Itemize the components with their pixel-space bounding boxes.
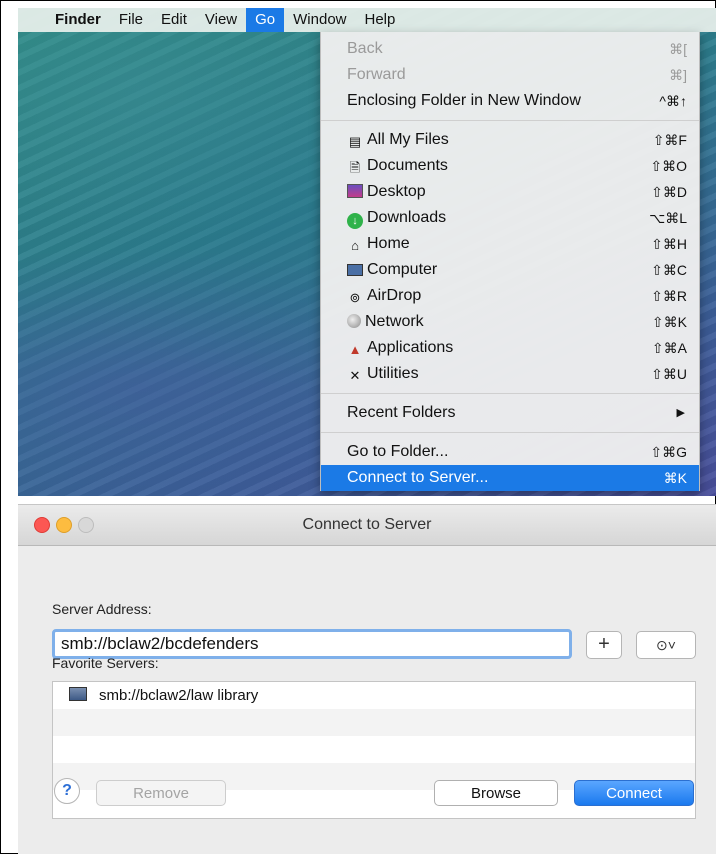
menu-item-connect-to-server[interactable]: Connect to Server... ⌘K	[321, 465, 699, 491]
menu-item-shortcut: ^⌘↑	[659, 93, 687, 109]
applications-icon: ▲	[348, 342, 362, 357]
menu-separator	[321, 120, 699, 121]
menu-item-applications[interactable]: ▲ Applications ⇧⌘A	[321, 335, 699, 361]
documents-icon: 🗎	[349, 160, 361, 175]
add-favorite-button[interactable]: +	[586, 631, 622, 659]
connect-to-server-dialog: Connect to Server Server Address: + ⊙˅ F…	[18, 504, 716, 854]
empty-list-row	[53, 709, 695, 736]
home-icon: ⌂	[351, 238, 359, 253]
menu-item-shortcut: ⇧⌘G	[650, 444, 687, 460]
menu-item-home[interactable]: ⌂ Home ⇧⌘H	[321, 231, 699, 257]
all-my-files-icon: ▤	[348, 134, 362, 149]
menu-item-shortcut: ⇧⌘R	[651, 288, 687, 304]
menu-separator	[321, 432, 699, 433]
menu-item-label: Network	[365, 313, 424, 330]
menu-item-utilities[interactable]: ✕ Utilities ⇧⌘U	[321, 361, 699, 387]
menu-item-shortcut: ⇧⌘F	[652, 132, 687, 148]
menu-item-label: Back	[347, 40, 383, 57]
window-titlebar: Connect to Server	[18, 505, 716, 546]
menu-item-label: Connect to Server...	[347, 469, 489, 486]
airdrop-icon: ⊚	[349, 290, 361, 305]
window-title: Connect to Server	[302, 516, 432, 533]
computer-icon	[347, 264, 363, 276]
network-icon	[347, 314, 361, 328]
menu-item-all-my-files[interactable]: ▤ All My Files ⇧⌘F	[321, 127, 699, 153]
server-address-input[interactable]	[55, 632, 569, 656]
browse-button[interactable]: Browse	[434, 780, 558, 806]
menu-edit[interactable]: Edit	[152, 8, 196, 32]
list-item[interactable]: smb://bclaw2/law library	[53, 682, 695, 709]
menu-item-label: AirDrop	[367, 287, 422, 304]
menu-item-computer[interactable]: Computer ⇧⌘C	[321, 257, 699, 283]
menu-item-recent-folders[interactable]: Recent Folders ▶	[321, 400, 699, 426]
utilities-icon: ✕	[349, 368, 361, 383]
apple-logo-icon[interactable]	[18, 8, 46, 32]
menu-item-forward: Forward ⌘]	[321, 62, 699, 88]
menu-item-label: Downloads	[367, 209, 447, 226]
menu-item-label: Documents	[367, 157, 448, 174]
favorite-servers-label: Favorite Servers:	[52, 655, 159, 671]
connect-button[interactable]: Connect	[574, 780, 694, 806]
menu-item-shortcut: ⌘K	[663, 470, 687, 486]
menu-item-documents[interactable]: 🗎 Documents ⇧⌘O	[321, 153, 699, 179]
menu-window[interactable]: Window	[284, 8, 355, 32]
menu-finder[interactable]: Finder	[46, 8, 110, 32]
empty-list-row	[53, 736, 695, 763]
menu-item-shortcut: ⇧⌘U	[651, 366, 687, 382]
desktop-background: Finder File Edit View Go Window Help Bac…	[18, 8, 716, 496]
menu-item-go-to-folder[interactable]: Go to Folder... ⇧⌘G	[321, 439, 699, 465]
menu-item-shortcut: ⌥⌘L	[649, 210, 687, 226]
menu-item-label: Utilities	[367, 365, 419, 382]
menu-item-label: All My Files	[367, 131, 449, 148]
menu-item-network[interactable]: Network ⇧⌘K	[321, 309, 699, 335]
recent-servers-button[interactable]: ⊙˅	[636, 631, 696, 659]
server-icon	[69, 687, 87, 701]
menu-item-shortcut: ⇧⌘H	[651, 236, 687, 252]
menu-item-shortcut: ⇧⌘O	[650, 158, 687, 174]
menu-item-shortcut: ⇧⌘A	[651, 340, 687, 356]
menu-view[interactable]: View	[196, 8, 246, 32]
menu-item-label: Home	[367, 235, 410, 252]
menu-item-airdrop[interactable]: ⊚ AirDrop ⇧⌘R	[321, 283, 699, 309]
menu-item-label: Desktop	[367, 183, 426, 200]
menu-file[interactable]: File	[110, 8, 152, 32]
menu-item-shortcut: ⇧⌘D	[651, 184, 687, 200]
menu-go[interactable]: Go	[246, 8, 285, 32]
menu-separator	[321, 393, 699, 394]
menu-item-desktop[interactable]: Desktop ⇧⌘D	[321, 179, 699, 205]
menu-bar: Finder File Edit View Go Window Help	[18, 8, 716, 32]
menu-item-shortcut: ⌘]	[669, 67, 687, 83]
menu-item-enclosing-folder[interactable]: Enclosing Folder in New Window ^⌘↑	[321, 88, 699, 114]
menu-item-label: Computer	[367, 261, 438, 278]
menu-item-shortcut: ⇧⌘C	[651, 262, 687, 278]
menu-item-back: Back ⌘[	[321, 36, 699, 62]
menu-item-label: Applications	[367, 339, 454, 356]
menu-item-shortcut: ⌘[	[669, 41, 687, 57]
downloads-icon: ↓	[347, 213, 363, 229]
desktop-icon	[347, 184, 363, 198]
menu-item-shortcut: ⇧⌘K	[651, 314, 687, 330]
help-button[interactable]: ?	[54, 778, 80, 804]
menu-help[interactable]: Help	[356, 8, 405, 32]
submenu-arrow-icon: ▶	[676, 407, 685, 419]
go-menu-dropdown: Back ⌘[ Forward ⌘] Enclosing Folder in N…	[320, 32, 700, 491]
favorite-server-label: smb://bclaw2/law library	[99, 687, 259, 704]
remove-button: Remove	[96, 780, 226, 806]
menu-item-downloads[interactable]: ↓ Downloads ⌥⌘L	[321, 205, 699, 231]
menu-item-label: Go to Folder...	[347, 443, 449, 460]
menu-item-label: Enclosing Folder in New Window	[347, 92, 581, 109]
server-address-label: Server Address:	[52, 601, 152, 617]
menu-item-label: Recent Folders	[347, 404, 456, 421]
menu-item-label: Forward	[347, 66, 406, 83]
